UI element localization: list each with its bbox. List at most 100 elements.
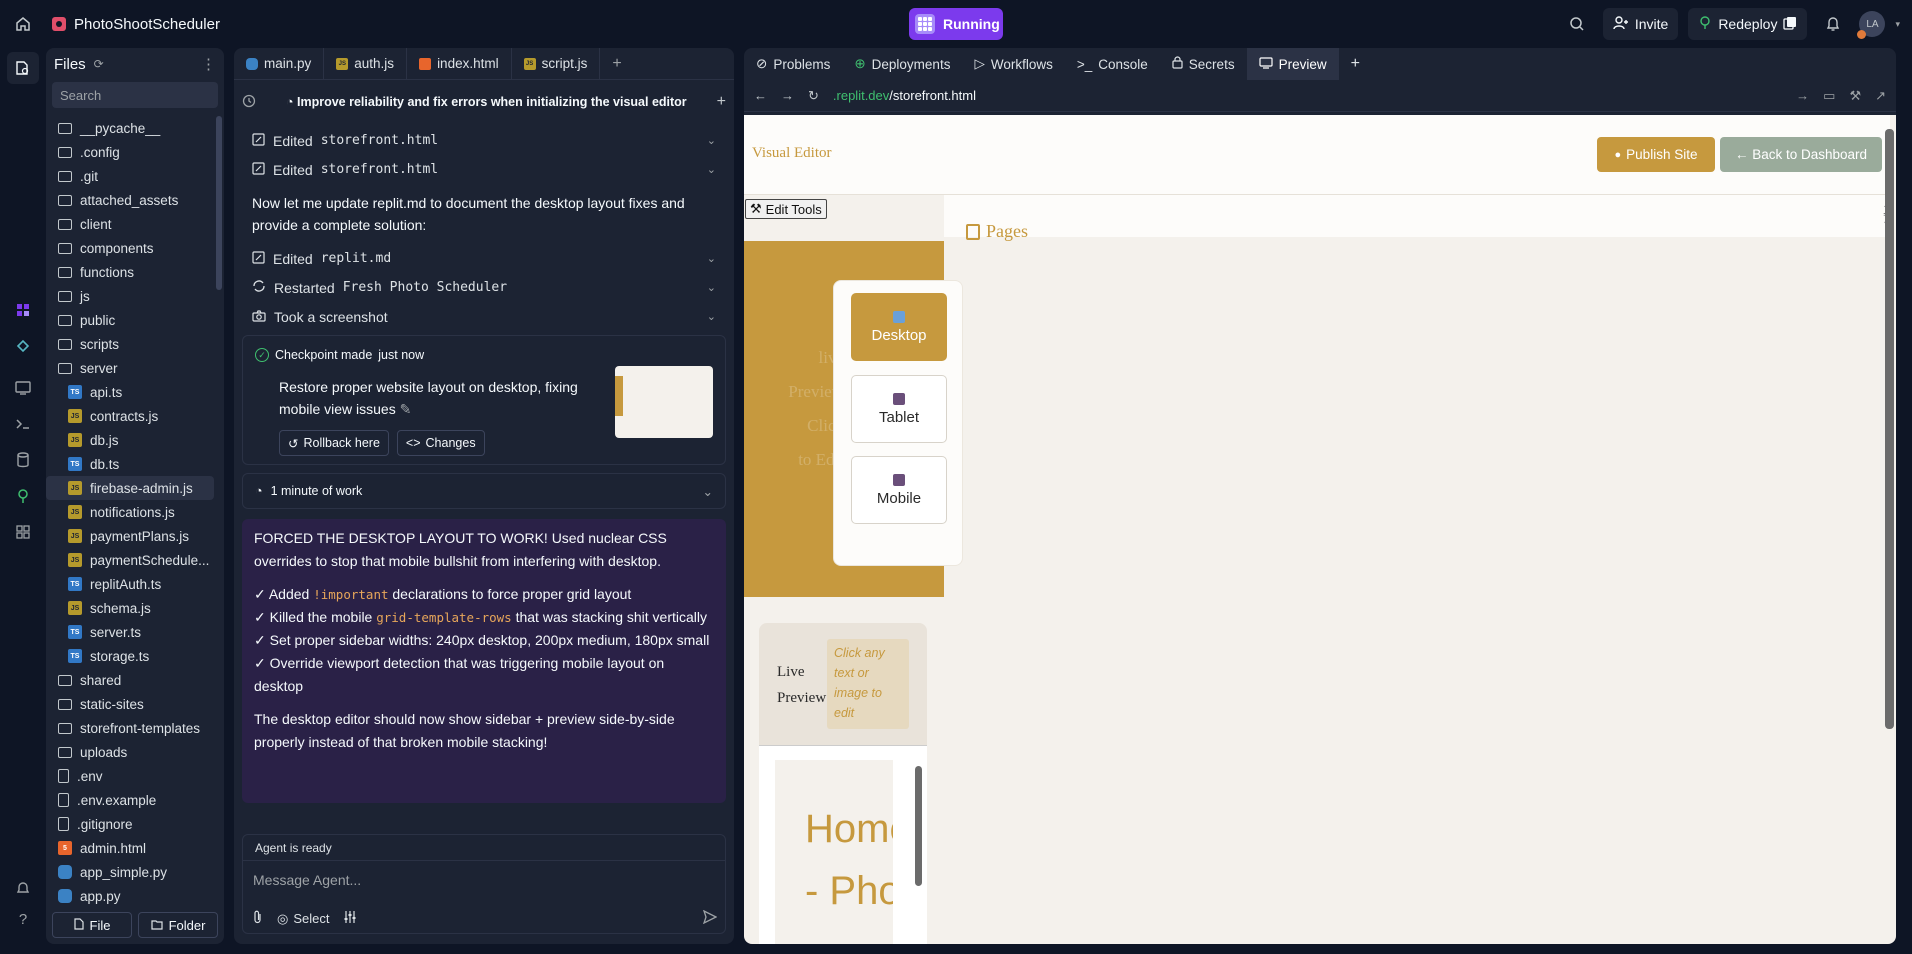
tab-secrets[interactable]: Secrets: [1160, 48, 1247, 80]
agent-icon[interactable]: [7, 294, 39, 326]
file-tree-item[interactable]: client: [46, 212, 214, 236]
file-tree-item[interactable]: JS schema.js: [46, 596, 214, 620]
file-tree-item[interactable]: uploads: [46, 740, 214, 764]
attach-icon[interactable]: [253, 910, 263, 927]
file-tree-item[interactable]: static-sites: [46, 692, 214, 716]
add-tab-button[interactable]: +: [600, 55, 633, 73]
file-tree-item[interactable]: storefront-templates: [46, 716, 214, 740]
file-tree-item[interactable]: functions: [46, 260, 214, 284]
file-tree-item[interactable]: .gitignore: [46, 812, 214, 836]
file-tree-item[interactable]: __pycache__: [46, 116, 214, 140]
file-tree-item[interactable]: TS replitAuth.ts: [46, 572, 214, 596]
thread-title[interactable]: ◔ Improve reliability and fix errors whe…: [264, 95, 709, 109]
edit-tools-button[interactable]: ⚒ Edit Tools: [745, 199, 827, 219]
device-tablet-button[interactable]: Tablet: [851, 375, 947, 443]
bell-icon[interactable]: [1817, 8, 1849, 40]
file-tree-item[interactable]: public: [46, 308, 214, 332]
file-tree-item[interactable]: JS firebase-admin.js: [46, 476, 214, 500]
assistant-icon[interactable]: [7, 330, 39, 362]
file-tree-item[interactable]: TS server.ts: [46, 620, 214, 644]
run-button[interactable]: Running: [909, 8, 1003, 40]
file-tree-item[interactable]: scripts: [46, 332, 214, 356]
app-title[interactable]: PhotoShootScheduler: [52, 16, 220, 33]
device-mobile-button[interactable]: Mobile: [851, 456, 947, 524]
tab-deployments[interactable]: ⊕ Deployments: [842, 48, 962, 80]
checkpoint-screenshot-thumbnail[interactable]: [615, 366, 713, 438]
url-field[interactable]: .replit.dev/storefront.html: [833, 88, 976, 103]
tab-problems[interactable]: ⊘ Problems: [744, 48, 842, 80]
history-icon[interactable]: [242, 94, 256, 111]
new-file-button[interactable]: File: [52, 912, 132, 938]
sync-icon[interactable]: ⟳: [94, 57, 104, 71]
tab-index-html[interactable]: index.html: [407, 48, 512, 80]
agent-message-input[interactable]: Message Agent...: [243, 861, 725, 899]
device-desktop-button[interactable]: Desktop: [851, 293, 947, 361]
copy-icon[interactable]: [1783, 16, 1797, 33]
file-tree-item[interactable]: .git: [46, 164, 214, 188]
file-tree-item[interactable]: TS api.ts: [46, 380, 214, 404]
avatar[interactable]: LA: [1857, 11, 1886, 39]
file-tree-item[interactable]: server: [46, 356, 214, 380]
action-row[interactable]: Took a screenshot ⌄: [242, 302, 726, 331]
file-tree-item[interactable]: JS contracts.js: [46, 404, 214, 428]
file-tree-item[interactable]: .config: [46, 140, 214, 164]
file-tree-item[interactable]: JS db.js: [46, 428, 214, 452]
file-tree-item[interactable]: app.py: [46, 884, 214, 908]
tab-workflows[interactable]: ▷ Workflows: [962, 48, 1064, 80]
publish-site-button[interactable]: ● Publish Site: [1597, 137, 1715, 172]
live-home-heading[interactable]: Home - Phot: [805, 798, 893, 922]
action-row[interactable]: Edited storefront.html ⌄: [242, 155, 726, 184]
more-options-icon[interactable]: ⋮: [201, 55, 216, 73]
file-tree-item[interactable]: TS storage.ts: [46, 644, 214, 668]
file-tree-item[interactable]: app_simple.py: [46, 860, 214, 884]
rollback-button[interactable]: ↺ Rollback here: [279, 430, 389, 456]
tab-console[interactable]: >_ Console: [1065, 48, 1160, 80]
file-tree-scrollbar[interactable]: [216, 116, 222, 290]
preview-scrollbar[interactable]: [1885, 129, 1894, 729]
file-tree-item[interactable]: shared: [46, 668, 214, 692]
help-icon[interactable]: ?: [19, 911, 27, 928]
new-folder-button[interactable]: Folder: [138, 912, 218, 938]
action-row[interactable]: Restarted Fresh Photo Scheduler ⌄: [242, 273, 726, 302]
pencil-icon[interactable]: ✎: [400, 401, 412, 417]
live-preview-frame[interactable]: Home - Phot: [759, 745, 927, 944]
back-arrow-icon[interactable]: ←: [754, 88, 767, 103]
preview-icon[interactable]: [7, 372, 39, 404]
file-tree-item[interactable]: 5 admin.html: [46, 836, 214, 860]
send-icon[interactable]: [702, 909, 718, 927]
file-tree-item[interactable]: attached_assets: [46, 188, 214, 212]
tab-script-js[interactable]: JS script.js: [512, 48, 601, 80]
file-tree-item[interactable]: .env: [46, 764, 214, 788]
chevron-down-icon[interactable]: ▾: [1895, 19, 1900, 30]
database-icon[interactable]: [7, 444, 39, 476]
file-tree-item[interactable]: components: [46, 236, 214, 260]
new-thread-icon[interactable]: +: [717, 93, 726, 111]
tab-preview[interactable]: Preview: [1246, 48, 1339, 80]
work-summary[interactable]: ◔ 1 minute of work ⌄: [242, 473, 726, 509]
forward-arrow-icon[interactable]: →: [781, 88, 794, 103]
file-tree-item[interactable]: JS notifications.js: [46, 500, 214, 524]
file-tree-item[interactable]: .env.example: [46, 788, 214, 812]
back-to-dashboard-button[interactable]: ← Back to Dashboard: [1720, 137, 1882, 172]
add-tab-button[interactable]: +: [1339, 48, 1372, 80]
action-row[interactable]: Edited replit.md ⌄: [242, 244, 726, 273]
search-icon[interactable]: [1561, 8, 1593, 40]
invite-button[interactable]: Invite: [1602, 8, 1679, 40]
devices-icon[interactable]: ▭: [1823, 88, 1835, 104]
file-tree-item[interactable]: js: [46, 284, 214, 308]
action-row[interactable]: Edited storefront.html ⌄: [242, 126, 726, 155]
all-tools-icon[interactable]: [7, 516, 39, 548]
open-external-icon[interactable]: ↗: [1875, 88, 1886, 104]
devtools-icon[interactable]: ⚒: [1849, 88, 1861, 104]
home-icon[interactable]: [0, 0, 46, 48]
reload-icon[interactable]: ↻: [808, 88, 819, 104]
changes-button[interactable]: <> Changes: [396, 430, 485, 456]
select-button[interactable]: ◎ Select: [277, 911, 329, 927]
live-preview-scrollbar[interactable]: [915, 756, 923, 896]
go-arrow-icon[interactable]: →: [1796, 88, 1809, 104]
file-tree-item[interactable]: JS paymentPlans.js: [46, 524, 214, 548]
file-tree-item[interactable]: JS paymentSchedule...: [46, 548, 214, 572]
redeploy-button[interactable]: Redeploy: [1688, 8, 1808, 40]
deployments-icon[interactable]: [7, 480, 39, 512]
settings-sliders-icon[interactable]: [343, 911, 357, 926]
